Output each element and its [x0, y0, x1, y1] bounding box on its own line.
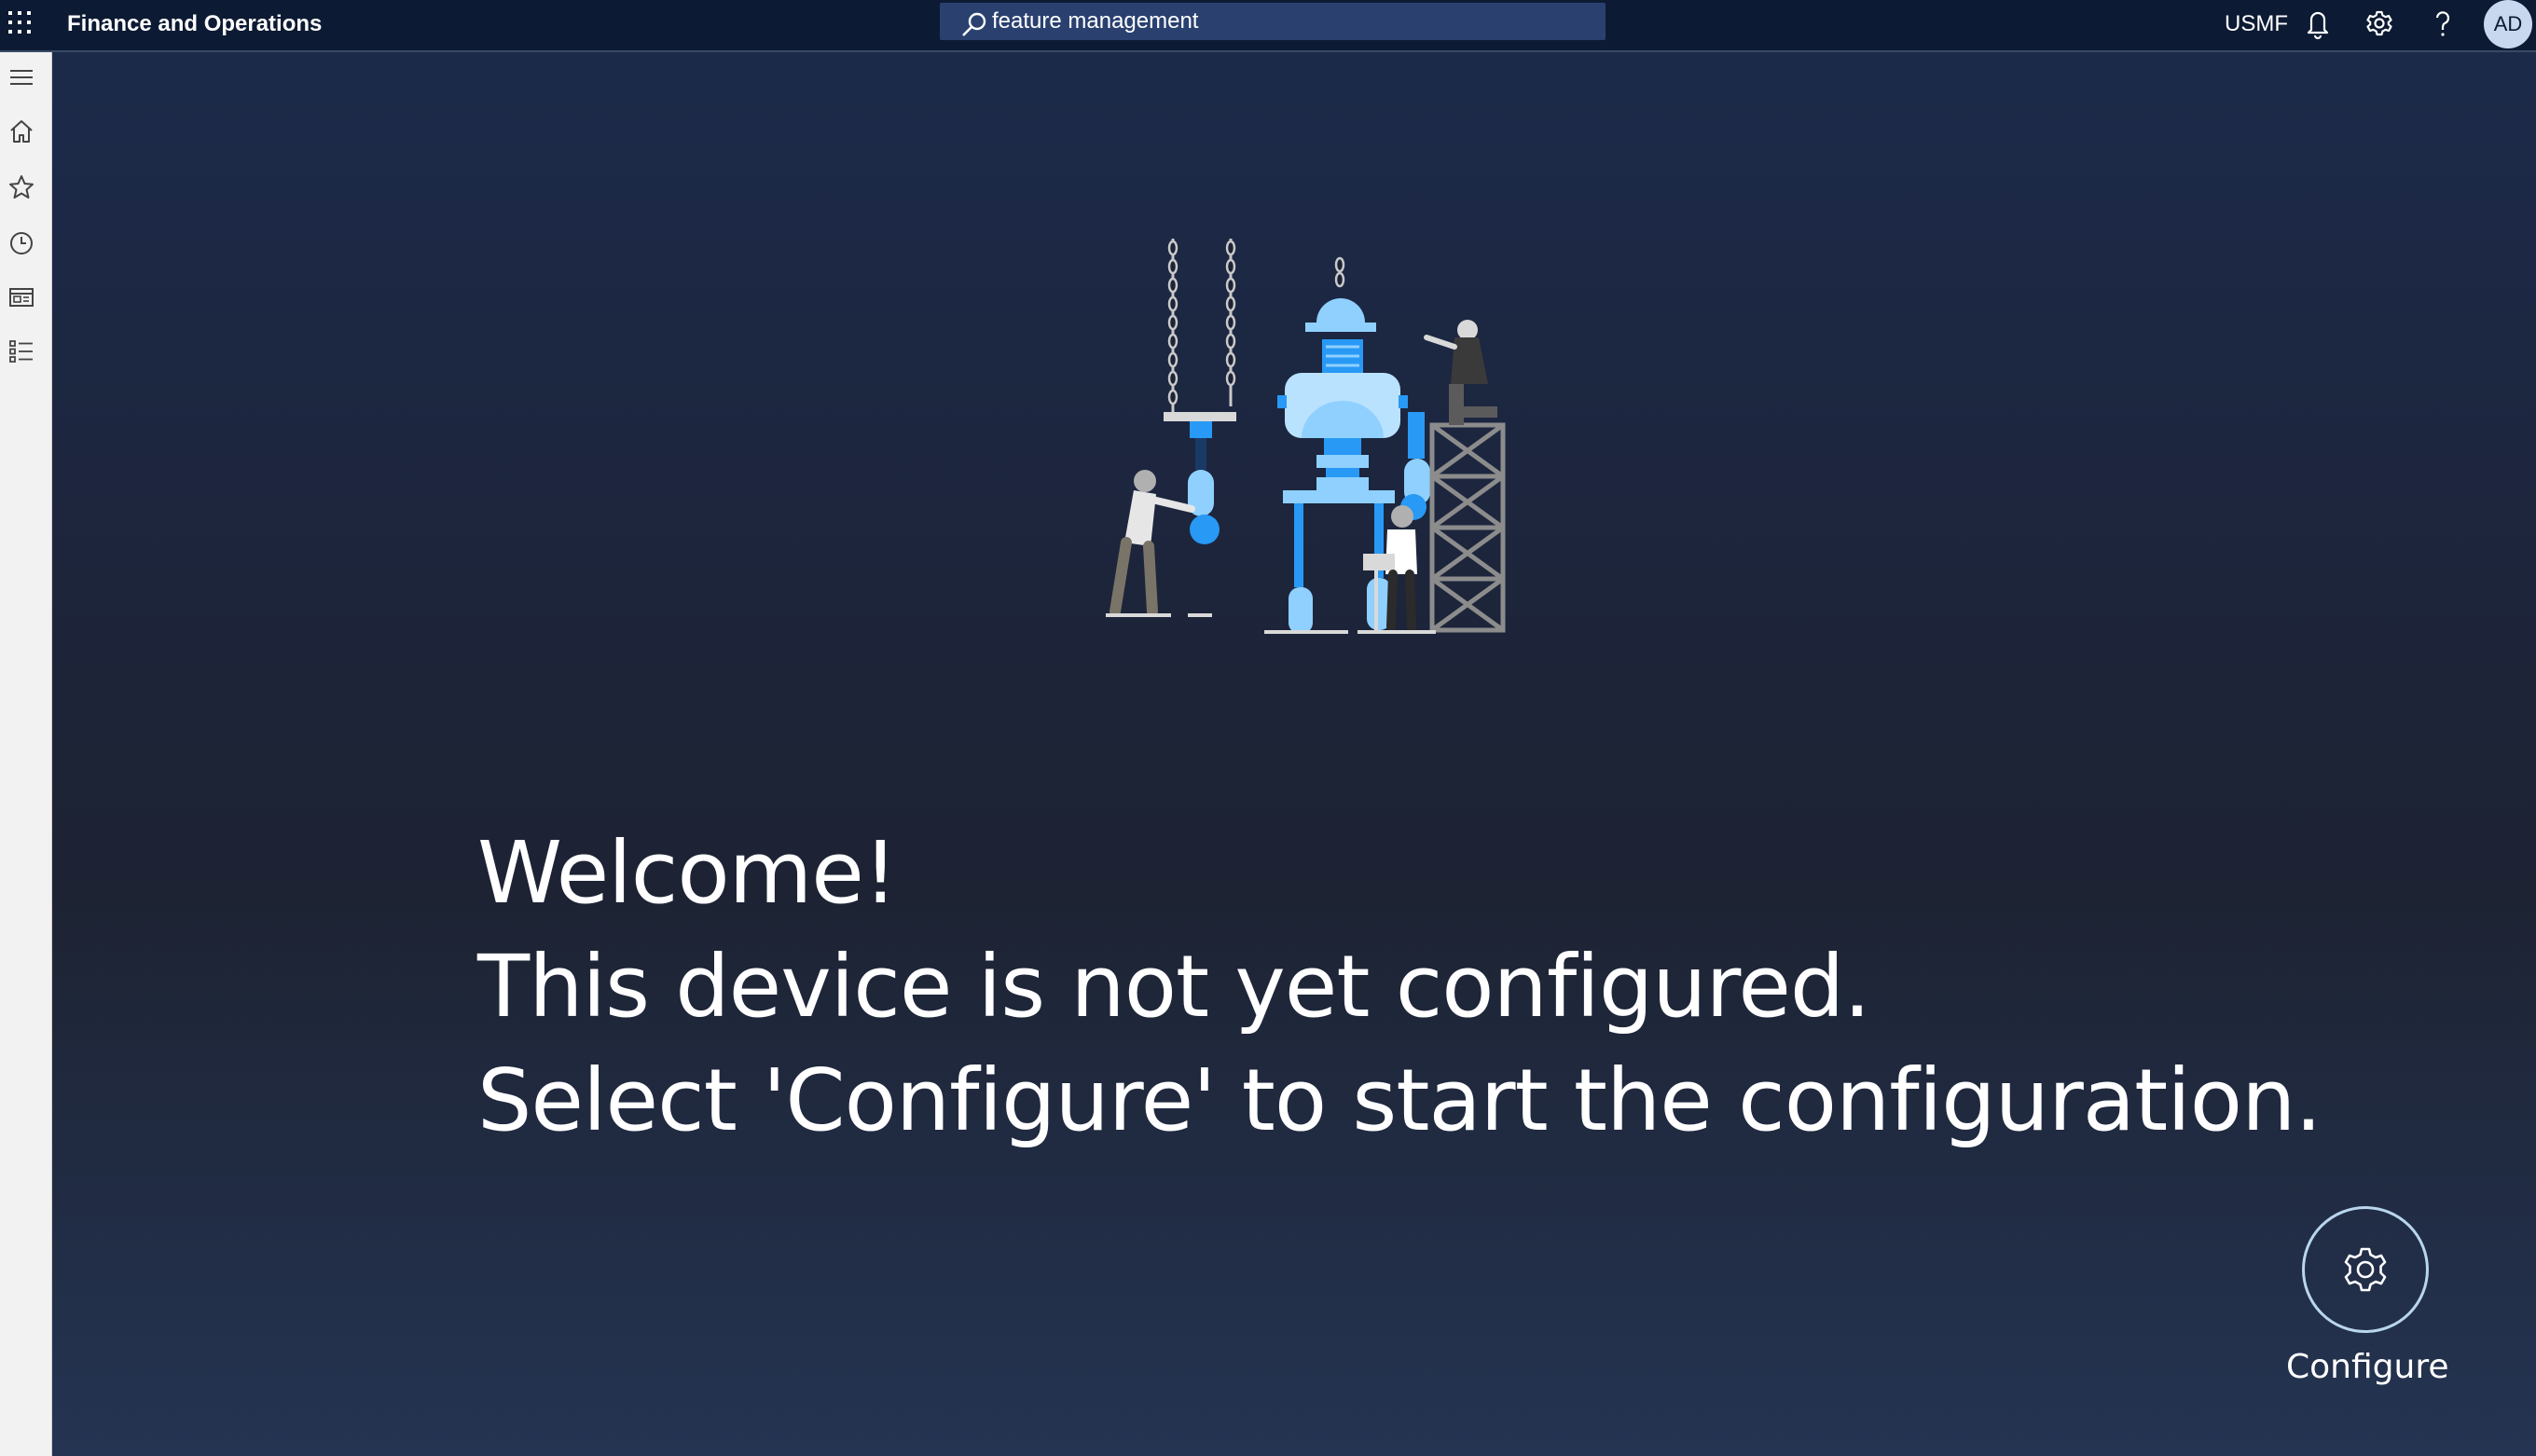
company-selector[interactable]: USMF — [2225, 9, 2288, 39]
gear-icon[interactable] — [2364, 7, 2394, 39]
left-navigation — [0, 52, 52, 1456]
welcome-heading: Welcome! — [477, 823, 898, 923]
robot-construction-illustration — [1106, 239, 1506, 634]
help-icon[interactable] — [2428, 7, 2458, 39]
workspace-icon[interactable] — [7, 283, 35, 311]
search-icon — [962, 12, 986, 36]
app-title[interactable]: Finance and Operations — [67, 9, 322, 39]
app-launcher-icon[interactable] — [6, 7, 34, 37]
bell-icon[interactable] — [2303, 7, 2333, 39]
configure-label[interactable]: Configure — [2286, 1348, 2448, 1386]
top-bar: Finance and Operations USMF AD — [0, 0, 2536, 52]
welcome-message: Welcome! This device is not yet configur… — [477, 817, 2322, 1158]
configure-button[interactable]: Configure — [2286, 1206, 2448, 1386]
hamburger-icon[interactable] — [7, 63, 35, 91]
configure-ring[interactable] — [2302, 1206, 2429, 1333]
search-box[interactable] — [940, 3, 1606, 40]
main-content: Welcome! This device is not yet configur… — [52, 52, 2536, 1456]
list-icon[interactable] — [7, 337, 35, 365]
home-icon[interactable] — [7, 117, 35, 145]
gear-icon — [2344, 1247, 2387, 1292]
star-icon[interactable] — [7, 173, 35, 201]
avatar[interactable]: AD — [2484, 0, 2532, 48]
search-input[interactable] — [992, 3, 1589, 40]
clock-icon[interactable] — [7, 229, 35, 257]
not-configured-text: This device is not yet configured. — [477, 937, 1871, 1037]
configure-instructions: Select 'Configure' to start the configur… — [477, 1051, 2322, 1150]
